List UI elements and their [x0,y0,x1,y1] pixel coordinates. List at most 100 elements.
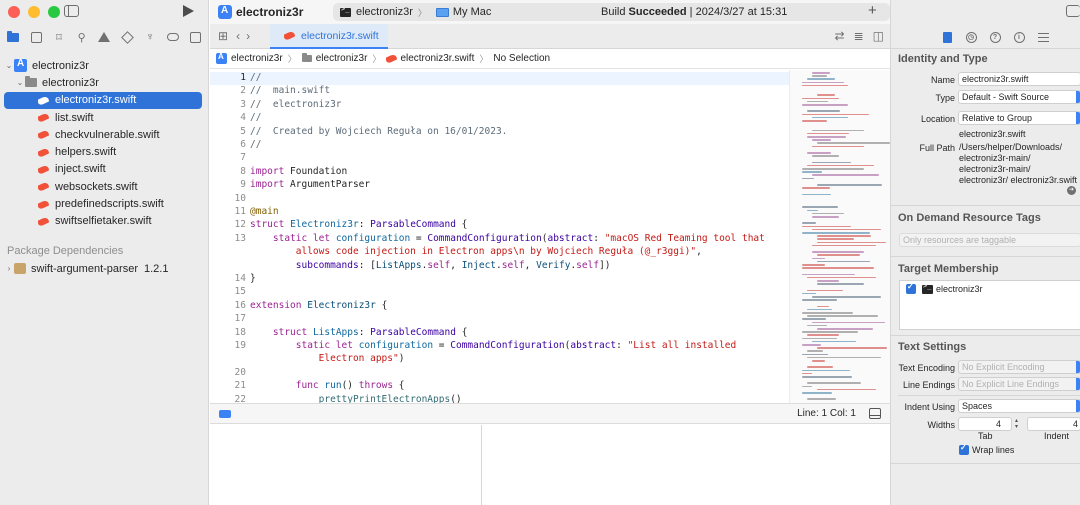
minimap-line [802,222,817,224]
editor-tab[interactable]: electroniz3r.swift [270,24,388,49]
breakpoint-toggle-icon[interactable] [219,409,231,418]
minimap-line [807,308,833,311]
jumpbar-group[interactable]: electroniz3r [316,53,368,64]
run-destination-selector[interactable]: My Mac [453,6,492,18]
run-icon[interactable] [183,5,194,17]
project-navigator: ⌑ ⚲ ♆ ⌄ electroniz3r ⌄ electroniz3r elec… [0,0,209,505]
file-inspector-tab[interactable] [941,31,953,43]
file-row[interactable]: checkvulnerable.swift [0,126,209,143]
sidebar-toggle-icon[interactable] [64,5,79,17]
build-status: Build Succeeded | 2024/3/27 at 15:31 [601,6,787,18]
issues-tab[interactable] [97,30,111,44]
navigator-selector-bar: ⌑ ⚲ ♆ [0,29,209,45]
wrap-lines-label: Wrap lines [972,445,1015,455]
attributes-inspector-tab[interactable] [1037,31,1049,43]
type-popup[interactable]: Default - Swift Source [958,90,1080,104]
indent-using-popup[interactable]: Spaces [958,399,1080,413]
source-control-tab[interactable] [29,30,43,44]
line-number: 11 [234,206,246,217]
minimap-line [802,171,823,173]
wrap-lines-checkbox[interactable] [959,443,969,455]
history-inspector-tab[interactable]: ◷ [965,31,977,43]
chevron-down-icon[interactable]: ⌄ [4,61,14,70]
close-window-button[interactable] [8,6,20,18]
sliders-icon [1037,32,1049,42]
build-time: | 2024/3/27 at 15:31 [686,6,788,18]
file-name: predefinedscripts.swift [55,198,164,211]
jumpbar-project[interactable]: electroniz3r [231,53,283,64]
location-popup[interactable]: Relative to Group [958,111,1080,125]
split-editor-icon[interactable]: ◫ [873,29,884,43]
chevron-right-icon: 〉 [479,54,489,64]
minimize-window-button[interactable] [28,6,40,18]
file-inspector: ◷ ? i Identity and Type Name electroniz3… [890,0,1080,505]
file-row[interactable]: helpers.swift [0,143,209,160]
window-title: electroniz3r [236,5,304,19]
search-icon: ⚲ [77,31,86,44]
help-inspector-tab[interactable]: ? [989,31,1001,43]
indent-using-value: Spaces [962,401,993,411]
tests-tab[interactable] [120,30,134,44]
line-number: 10 [234,192,246,204]
zoom-window-button[interactable] [48,6,60,18]
line-number: 12 [234,219,246,231]
tab-width-field[interactable]: 4 [958,417,1012,431]
location-label: Location [920,114,955,124]
minimap-line [807,398,837,400]
minimap[interactable] [789,70,890,403]
folder-icon [7,30,20,42]
xcode-project-icon [14,58,27,73]
file-row[interactable]: swiftselfietaker.swift [0,213,209,230]
tree-project-row[interactable]: ⌄ electroniz3r [0,57,209,74]
chevron-right-icon[interactable]: › [4,264,14,273]
cursor-position: Line: 1 Col: 1 [797,408,856,419]
tab-width-stepper[interactable]: ▴ ▾ [1013,418,1020,430]
swap-icon[interactable]: ⇄ [835,29,845,43]
name-field[interactable]: electroniz3r.swift [958,72,1080,86]
file-row[interactable]: predefinedscripts.swift [0,195,209,212]
chevron-down-icon[interactable]: ⌄ [15,78,25,87]
type-value: Default - Swift Source [962,92,1050,102]
project-navigator-tab[interactable] [6,30,20,44]
section-header: Identity and Type [898,53,988,65]
target-checkbox[interactable] [906,282,916,294]
type-label: Type [935,93,955,103]
forward-arrow-icon[interactable]: › [246,29,250,43]
reveal-in-finder-icon[interactable]: ➔ [1067,186,1076,195]
accessibility-inspector-tab[interactable]: i [1013,31,1025,43]
chevron-up-down-icon [1076,91,1080,103]
grid-icon[interactable]: ⊞ [218,29,228,43]
minimap-line [807,78,836,80]
scheme-selector[interactable]: electroniz3r [356,6,413,18]
debug-area-toggle-icon[interactable] [869,408,881,419]
back-arrow-icon[interactable]: ‹ [236,29,240,43]
target-name: electroniz3r [936,284,983,294]
jumpbar-selection[interactable]: No Selection [493,53,550,64]
jumpbar-file[interactable]: electroniz3r.swift [400,53,474,64]
debug-split-divider[interactable] [481,425,482,505]
minimap-line [802,273,855,276]
file-row[interactable]: electroniz3r.swift [4,91,202,109]
find-tab[interactable]: ⚲ [75,30,89,44]
chevron-up-down-icon [1076,361,1080,373]
inspector-toggle-icon[interactable] [1066,5,1080,17]
editor-options-icon[interactable]: ≣ [854,29,864,43]
add-button[interactable]: + [868,2,877,19]
bookmarks-tab[interactable]: ⌑ [52,30,66,44]
divider [891,48,1080,49]
debug-tab[interactable]: ♆ [143,30,157,44]
code-editor[interactable]: 1 2 3 4 5 6 7 8 9 10 11 12 13 14 15 16 17 18 19 20 21 22 // /… [210,70,789,403]
encoding-popup[interactable]: No Explicit Encoding [958,360,1080,374]
indent-width-field[interactable]: 4 [1027,417,1080,431]
tree-group-row[interactable]: ⌄ electroniz3r [0,74,209,91]
file-row[interactable]: list.swift [0,109,209,126]
code-line: // [250,112,262,124]
line-number: 1 [240,72,246,83]
file-row[interactable]: inject.swift [0,161,209,178]
line-endings-popup[interactable]: No Explicit Line Endings [958,377,1080,391]
reports-tab[interactable] [189,30,203,44]
code-line: subcommands: [ListApps.self, Inject.self… [295,259,611,271]
package-row[interactable]: › swift-argument-parser 1.2.1 [0,260,209,277]
file-row[interactable]: websockets.swift [0,178,209,195]
breakpoints-tab[interactable] [166,30,180,44]
